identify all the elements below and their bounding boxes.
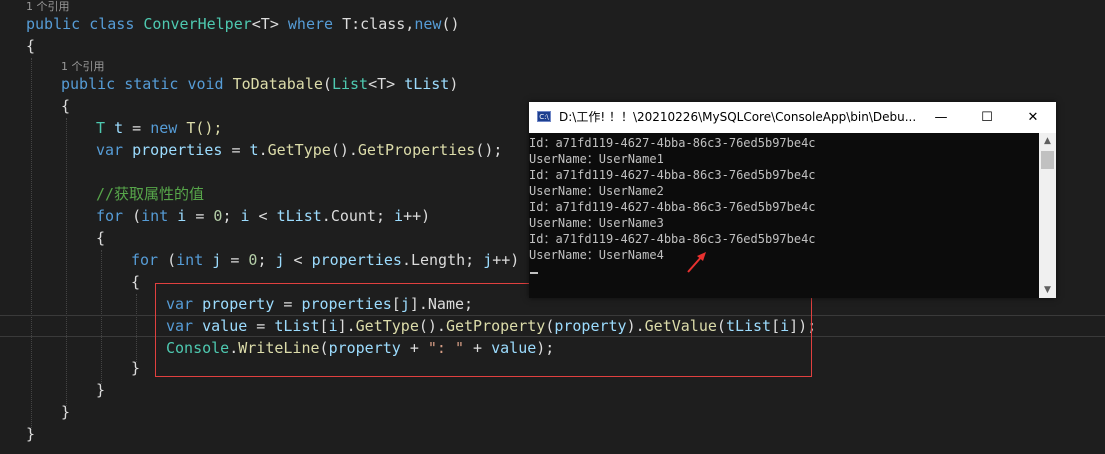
console-title-bar[interactable]: C:\ D:\工作! ！！\20210226\MySQLCore\Console… [529,102,1056,133]
console-window[interactable]: C:\ D:\工作! ！！\20210226\MySQLCore\Console… [529,102,1056,298]
console-output-line: Id：a71fd119-4627-4bba-86c3-76ed5b97be4c [529,232,816,246]
console-output-line: Id：a71fd119-4627-4bba-86c3-76ed5b97be4c [529,168,816,182]
console-title: D:\工作! ！！\20210226\MySQLCore\ConsoleApp\… [559,110,917,124]
console-output-line: UserName：UserName4 [529,248,664,262]
scroll-down-arrow-icon[interactable]: ▼ [1039,282,1056,298]
console-output-line: Id：a71fd119-4627-4bba-86c3-76ed5b97be4c [529,136,816,150]
code-line-brace: { [96,229,106,247]
indent-guide [66,118,67,406]
code-line-brace: } [131,359,141,377]
console-output-line: UserName：UserName3 [529,216,664,230]
code-line-brace: { [26,37,36,55]
maximize-button[interactable]: ☐ [964,102,1010,133]
code-comment: //获取属性的值 [96,185,205,203]
close-button[interactable]: ✕ [1010,102,1056,133]
code-line-properties: var properties = t.GetType().GetProperti… [96,141,503,159]
indent-guide [31,58,32,430]
scroll-up-arrow-icon[interactable]: ▲ [1039,133,1056,149]
console-app-icon: C:\ [537,111,551,122]
codelens-references[interactable]: 1 个引用 [26,0,70,14]
code-line-method-declaration: public static void ToDatabale(List<T> tL… [61,75,459,93]
console-cursor [530,272,538,274]
code-line-new-t: T t = new T(); [96,119,223,137]
code-line-for-i: for (int i = 0; i < tList.Count; i++) [96,207,431,225]
annotation-arrow-icon [687,252,706,273]
minimize-button[interactable]: — [918,102,964,133]
console-output-line: UserName：UserName2 [529,184,664,198]
scroll-thumb[interactable] [1041,151,1054,169]
code-line-brace: } [96,381,106,399]
code-line-brace: { [131,273,141,291]
code-line-brace: } [61,403,71,421]
code-line-class-declaration: public class ConverHelper<T> where T:cla… [26,15,460,33]
console-output-line: UserName：UserName1 [529,152,664,166]
console-scrollbar[interactable]: ▲ ▼ [1039,133,1056,298]
console-output: Id：a71fd119-4627-4bba-86c3-76ed5b97be4c … [529,133,1039,298]
codelens-references[interactable]: 1 个引用 [61,60,105,74]
console-output-line: Id：a71fd119-4627-4bba-86c3-76ed5b97be4c [529,200,816,214]
code-line-for-j: for (int j = 0; j < properties.Length; j… [131,251,520,269]
code-line-brace: } [26,425,36,443]
code-line-brace: { [61,97,71,115]
